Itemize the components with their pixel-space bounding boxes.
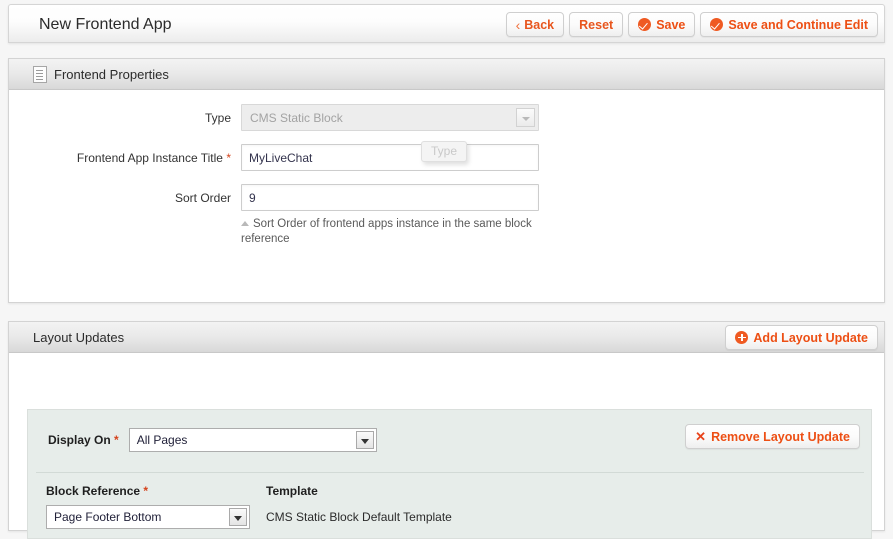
block-reference-label: Block Reference * — [46, 484, 250, 498]
chevron-down-icon — [516, 108, 535, 127]
add-layout-update-button[interactable]: Add Layout Update — [725, 325, 878, 350]
field-row-type: Type CMS Static Block — [9, 104, 884, 132]
frontend-properties-heading: Frontend Properties — [54, 66, 169, 82]
page-action-buttons: ‹ Back Reset Save Save and Continue Edit — [505, 12, 878, 37]
document-icon — [33, 65, 47, 83]
reset-button[interactable]: Reset — [569, 12, 624, 37]
block-reference-group: Block Reference * Page Footer Bottom — [46, 484, 250, 529]
page-header-bar: New Frontend App ‹ Back Reset Save Save … — [8, 4, 885, 43]
required-marker: * — [143, 484, 149, 498]
display-on-select-value: All Pages — [136, 433, 188, 447]
layout-update-divider — [36, 472, 864, 473]
type-label: Type — [204, 111, 231, 125]
plus-circle-icon — [735, 331, 749, 344]
sort-order-label: Sort Order — [174, 191, 231, 205]
display-on-row: Display On * All Pages — [48, 428, 377, 452]
display-on-select[interactable]: All Pages — [128, 428, 377, 452]
sort-order-hint-text: Sort Order of frontend apps instance in … — [241, 218, 532, 245]
type-select-wrap: CMS Static Block — [241, 104, 539, 131]
instance-title-input[interactable] — [241, 144, 539, 171]
layout-update-item: Display On * All Pages ✕ Remove Layout U… — [27, 409, 872, 539]
add-layout-update-wrap: Add Layout Update — [725, 325, 878, 350]
template-group: Template CMS Static Block Default Templa… — [266, 484, 452, 524]
remove-layout-update-wrap: ✕ Remove Layout Update — [685, 424, 860, 449]
frontend-properties-header[interactable]: Frontend Properties — [9, 59, 884, 90]
sort-order-hint: Sort Order of frontend apps instance in … — [241, 217, 541, 247]
remove-layout-update-label: Remove Layout Update — [711, 429, 850, 444]
chevron-left-icon: ‹ — [515, 16, 521, 33]
remove-layout-update-button[interactable]: ✕ Remove Layout Update — [685, 424, 860, 449]
block-reference-label-text: Block Reference — [46, 484, 141, 498]
x-icon: ✕ — [695, 429, 707, 444]
layout-updates-panel: Layout Updates Add Layout Update Display… — [8, 321, 885, 539]
display-on-label-text: Display On — [48, 433, 111, 447]
block-reference-select-value: Page Footer Bottom — [54, 510, 162, 524]
type-tooltip: Type — [421, 141, 468, 162]
field-row-sort-order: Sort Order — [9, 184, 884, 212]
type-select-value: CMS Static Block — [250, 111, 343, 125]
save-and-continue-edit-label: Save and Continue Edit — [728, 17, 868, 32]
layout-updates-heading: Layout Updates — [33, 329, 125, 345]
chevron-down-icon — [355, 431, 374, 449]
required-marker: * — [114, 433, 119, 447]
back-button[interactable]: ‹ Back — [505, 12, 565, 37]
save-button-label: Save — [656, 17, 686, 32]
instance-title-input-wrap — [241, 144, 539, 171]
type-select: CMS Static Block — [241, 104, 539, 131]
check-circle-icon — [710, 18, 724, 31]
back-button-label: Back — [524, 17, 555, 32]
triangle-up-icon — [241, 221, 249, 226]
template-value: CMS Static Block Default Template — [266, 510, 452, 524]
save-button[interactable]: Save — [628, 12, 696, 37]
save-and-continue-edit-button[interactable]: Save and Continue Edit — [700, 12, 878, 37]
required-marker: * — [226, 151, 231, 165]
block-reference-select[interactable]: Page Footer Bottom — [46, 505, 250, 529]
add-layout-update-label: Add Layout Update — [753, 330, 868, 345]
template-label: Template — [266, 484, 318, 498]
instance-title-label-text: Frontend App Instance Title — [76, 151, 223, 165]
chevron-down-icon — [229, 508, 247, 526]
layout-updates-header[interactable]: Layout Updates Add Layout Update — [9, 322, 884, 353]
instance-title-label: Frontend App Instance Title * — [9, 144, 231, 172]
display-on-label: Display On * — [48, 433, 119, 447]
sort-order-input[interactable] — [241, 184, 539, 211]
page-title: New Frontend App — [39, 16, 172, 33]
check-circle-icon — [638, 18, 652, 31]
frontend-properties-panel: Frontend Properties Type CMS Static Bloc… — [8, 58, 885, 303]
sort-order-input-wrap — [241, 184, 539, 211]
reset-button-label: Reset — [579, 17, 614, 32]
